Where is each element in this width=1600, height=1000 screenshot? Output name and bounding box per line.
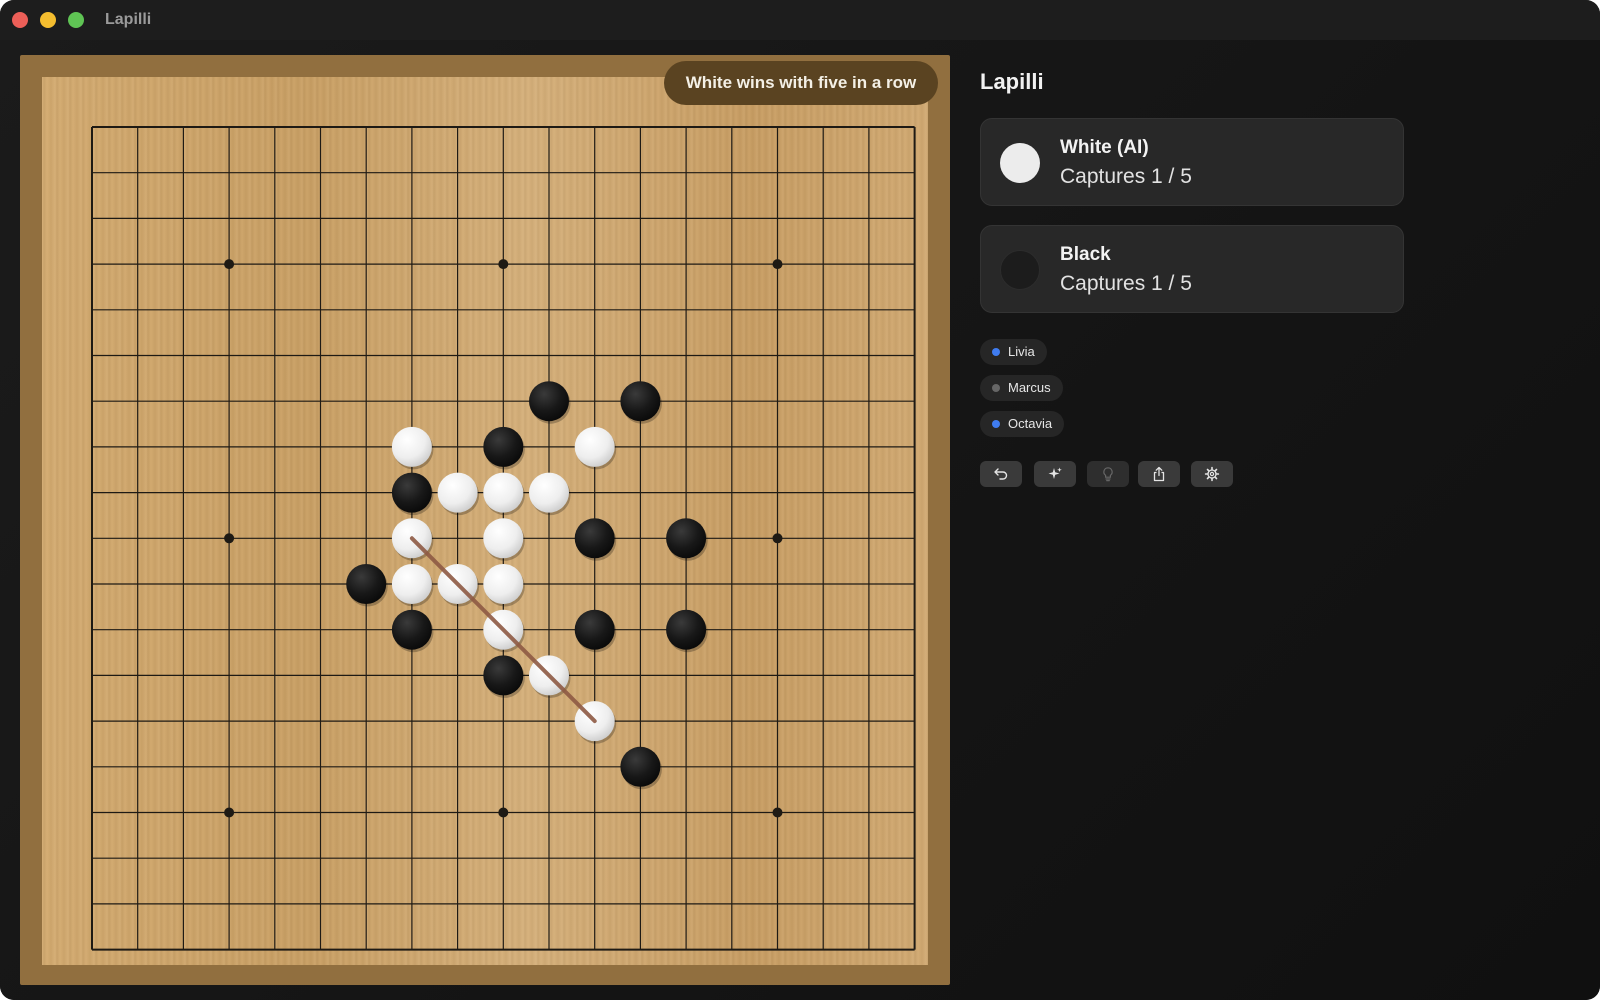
user-chip-octavia[interactable]: Octavia [980,411,1065,437]
white-stone [391,426,432,467]
star-point [224,259,235,270]
white-stone [574,426,615,467]
white-stone [483,518,524,559]
black-stone [391,609,432,650]
online-status-icon [992,348,1000,356]
star-point [772,259,783,270]
player-name: Black [1060,244,1111,265]
close-window-button[interactable] [12,12,28,28]
star-point [772,533,783,544]
share-icon [1153,466,1165,482]
undo-icon [994,468,1008,480]
user-chip-livia[interactable]: Livia [980,339,1047,365]
user-name: Livia [1008,344,1035,359]
player-captures: Captures 1 / 5 [1060,272,1192,295]
minimize-window-button[interactable] [40,12,56,28]
star-point [224,807,235,818]
player-card-black: Black Captures 1 / 5 [980,225,1404,313]
black-stone-icon [1000,250,1040,290]
white-stone [437,472,478,513]
black-stone [574,518,615,559]
player-captures: Captures 1 / 5 [1060,165,1192,188]
player-card-white: White (AI) Captures 1 / 5 [980,118,1404,206]
black-stone [529,381,569,422]
title-bar: Lapilli [0,0,1600,40]
game-board[interactable] [20,55,950,985]
user-name: Octavia [1008,416,1053,431]
black-stone [346,564,387,604]
undo-button[interactable] [980,461,1022,487]
white-stone [529,472,569,513]
zoom-window-button[interactable] [68,12,84,28]
share-button[interactable] [1138,461,1180,487]
black-stone [666,609,707,650]
ai-move-button[interactable] [1034,461,1076,487]
star-point [498,259,509,270]
board-surface[interactable] [42,77,928,965]
board-grid[interactable] [42,77,928,965]
black-stone [620,746,661,787]
black-stone [574,609,615,650]
user-chip-marcus[interactable]: Marcus [980,375,1063,401]
black-stone [391,472,432,513]
app-window: Lapilli White wins with five in a row La… [0,0,1600,1000]
black-stone [620,381,661,422]
settings-button[interactable] [1191,461,1233,487]
black-stone [666,518,707,559]
star-point [224,533,235,544]
panel-title: Lapilli [980,69,1044,94]
star-point [772,807,783,818]
white-stone [483,564,524,604]
white-stone [391,564,432,604]
game-status-banner: White wins with five in a row [664,61,938,105]
star-point [498,807,509,818]
offline-status-icon [992,384,1000,392]
gear-icon [1204,466,1220,482]
window-title: Lapilli [105,11,152,28]
hint-button[interactable] [1087,461,1129,487]
black-stone [483,655,524,696]
user-name: Marcus [1008,380,1051,395]
player-name: White (AI) [1060,137,1149,158]
online-status-icon [992,420,1000,428]
lightbulb-icon [1103,467,1113,482]
sparkle-icon [1048,467,1062,479]
black-stone [483,426,524,467]
white-stone [483,472,524,513]
white-stone-icon [1000,143,1040,183]
